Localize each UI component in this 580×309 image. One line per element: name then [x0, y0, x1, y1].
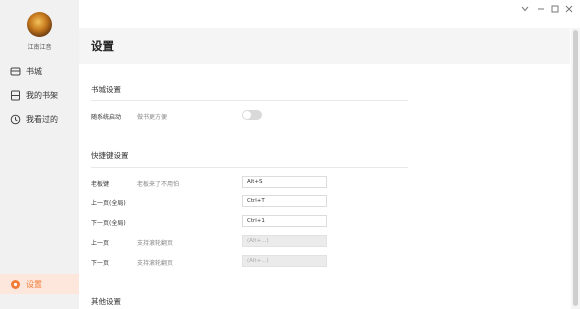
next-page-field: (Alt+...) [242, 255, 327, 267]
username: 江南江音 [27, 44, 52, 51]
setting-label-next-page-global: 下一页(全局) [91, 220, 126, 227]
setting-label-next-page: 下一页 [91, 260, 110, 267]
page-header: 设置 [79, 28, 570, 64]
section-title-bookstore: 书城设置 [91, 85, 121, 94]
scrollbar-thumb[interactable] [573, 30, 578, 306]
sidebar: 江南江音 书城 我的书架 我看过的 设置 [0, 0, 79, 309]
setting-desc-prev-page: 支持滚轮翻页 [137, 240, 174, 247]
setting-label-autostart: 随系统启动 [91, 114, 122, 121]
setting-label-boss-key: 老板键 [91, 181, 110, 188]
sidebar-item-label: 我看过的 [26, 114, 58, 124]
next-page-global-field[interactable]: Ctrl+1 [242, 215, 327, 227]
setting-label-prev-page: 上一页 [91, 240, 110, 247]
bookshelf-icon [10, 90, 21, 101]
sidebar-item-history[interactable]: 我看过的 [0, 109, 79, 129]
section-title-other: 其他设置 [91, 297, 121, 306]
avatar[interactable] [27, 12, 52, 37]
divider [91, 167, 408, 168]
bookstore-icon [10, 66, 21, 77]
minimize-icon[interactable] [535, 3, 547, 15]
maximize-icon[interactable] [549, 3, 561, 15]
setting-desc-next-page: 支持滚轮翻页 [137, 260, 174, 267]
sidebar-item-settings[interactable]: 设置 [0, 274, 79, 294]
history-icon [10, 114, 21, 125]
setting-desc-boss-key: 老板来了不用怕 [137, 181, 180, 188]
boss-key-field[interactable]: Alt+S [242, 176, 327, 188]
setting-label-prev-page-global: 上一页(全局) [91, 200, 126, 207]
prev-page-field: (Alt+...) [242, 235, 327, 247]
section-title-shortcuts: 快捷键设置 [91, 151, 129, 160]
chevron-down-icon[interactable] [519, 3, 531, 15]
setting-desc-autostart: 做书更方便 [137, 114, 168, 121]
sidebar-item-bookstore[interactable]: 书城 [0, 61, 79, 81]
settings-icon [10, 279, 21, 290]
prev-page-global-field[interactable]: Ctrl+T [242, 195, 327, 207]
divider [91, 100, 408, 101]
toggle-knob [243, 111, 251, 119]
sidebar-item-label: 我的书架 [26, 90, 58, 100]
sidebar-item-label: 设置 [26, 279, 42, 289]
sidebar-item-label: 书城 [26, 66, 42, 76]
settings-content: 书城设置 随系统启动 做书更方便 快捷键设置 老板键 老板来了不用怕 Alt+S… [79, 64, 571, 309]
close-icon[interactable] [563, 3, 575, 15]
autostart-toggle[interactable] [242, 110, 262, 120]
sidebar-item-bookshelf[interactable]: 我的书架 [0, 85, 79, 105]
page-title: 设置 [91, 39, 114, 53]
